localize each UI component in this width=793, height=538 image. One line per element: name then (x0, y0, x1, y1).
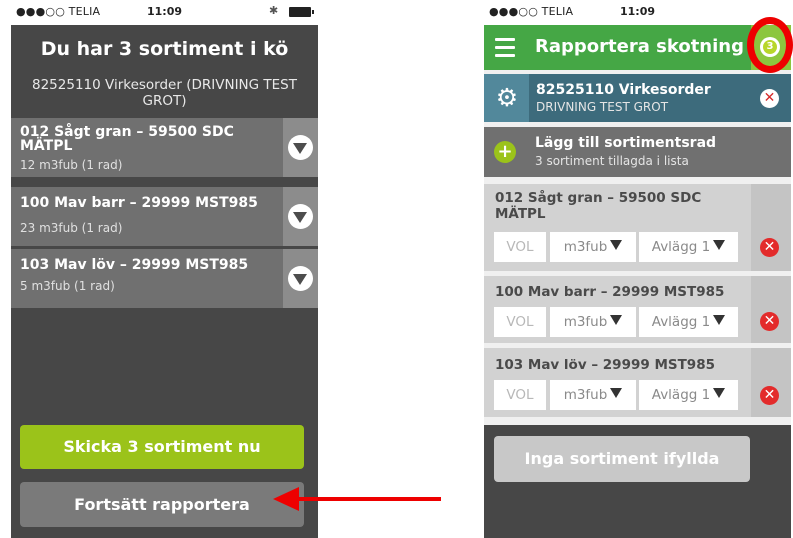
unit-select[interactable]: m3fub (550, 232, 636, 262)
app-header: Rapportera skotning 3 (484, 25, 791, 70)
queue-item-qty: 12 m3fub (1 rad) (20, 158, 123, 172)
assortment-item: 103 Mav löv – 29999 MST985 VOL m3fub Avl… (484, 348, 791, 417)
add-assortment-row[interactable]: + Lägg till sortimentsrad 3 sortiment ti… (484, 127, 791, 177)
queue-title: Du har 3 sortiment i kö (40, 38, 289, 60)
avlagg-value: Avlägg 1 (651, 387, 711, 403)
dropdown-arrow-icon (713, 388, 726, 398)
order-label: 82525110 Virkesorder (DRIVNING TEST GROT… (32, 77, 297, 109)
plus-icon: + (494, 141, 516, 163)
unit-value: m3fub (563, 239, 608, 255)
page-title: Rapportera skotning (535, 36, 744, 57)
chevron-down-icon (288, 266, 313, 291)
avlagg-select[interactable]: Avlägg 1 (639, 380, 738, 410)
dropdown-arrow-icon (610, 240, 623, 250)
annotation-circle-icon (747, 17, 793, 73)
right-phone-screen: ●●●○○ TELIA 11:09 Rapportera skotning 3 … (484, 0, 791, 538)
queue-item-qty: 5 m3fub (1 rad) (20, 279, 115, 293)
unit-value: m3fub (563, 387, 608, 403)
add-assortment-label: Lägg till sortimentsrad (535, 135, 717, 151)
status-bar: ●●●○○ TELIA 11:09 ✱ (11, 0, 318, 25)
avlagg-select[interactable]: Avlägg 1 (639, 232, 738, 262)
chevron-down-icon (288, 204, 313, 229)
queue-item[interactable]: 012 Sågt gran – 59500 SDC MÄTPL 12 m3fub… (11, 118, 318, 177)
assortment-name: 103 Mav löv – 29999 MST985 (495, 357, 715, 373)
expand-button[interactable] (283, 118, 318, 177)
order-name: DRIVNING TEST GROT (536, 100, 669, 114)
assortment-item: 100 Mav barr – 29999 MST985 VOL m3fub Av… (484, 276, 791, 343)
bluetooth-icon: ✱ (269, 4, 279, 17)
add-assortment-count: 3 sortiment tillagda i lista (535, 154, 689, 168)
vol-input[interactable]: VOL (494, 232, 546, 262)
menu-icon[interactable] (495, 38, 515, 57)
gear-icon: ⚙ (495, 83, 519, 112)
status-time: 11:09 (620, 5, 656, 18)
avlagg-value: Avlägg 1 (651, 314, 711, 330)
remove-item-button[interactable]: ✕ (760, 238, 779, 257)
avlagg-value: Avlägg 1 (651, 239, 711, 255)
avlagg-select[interactable]: Avlägg 1 (639, 307, 738, 337)
send-button[interactable]: Skicka 3 sortiment nu (20, 425, 304, 469)
unit-value: m3fub (563, 314, 608, 330)
settings-button[interactable]: ⚙ (484, 74, 529, 122)
status-bar: ●●●○○ TELIA 11:09 (484, 0, 791, 25)
vol-input[interactable]: VOL (494, 307, 546, 337)
remove-item-button[interactable]: ✕ (760, 386, 779, 405)
carrier-label: ●●●○○ TELIA (16, 5, 101, 18)
status-time: 11:09 (147, 5, 183, 18)
left-phone-screen: ●●●○○ TELIA 11:09 ✱ Du har 3 sortiment i… (11, 0, 318, 538)
assortment-name: 100 Mav barr – 29999 MST985 (495, 284, 725, 300)
remove-order-button[interactable]: ✕ (760, 89, 779, 108)
remove-item-button[interactable]: ✕ (760, 312, 779, 331)
dropdown-arrow-icon (610, 388, 623, 398)
dropdown-arrow-icon (610, 315, 623, 325)
annotation-arrow-icon (273, 487, 441, 511)
queue-item-name: 100 Mav barr – 29999 MST985 (20, 195, 258, 211)
queue-item-qty: 23 m3fub (1 rad) (20, 221, 123, 235)
assortment-item: 012 Sågt gran – 59500 SDC MÄTPL VOL m3fu… (484, 184, 791, 271)
dropdown-arrow-icon (713, 315, 726, 325)
vol-input[interactable]: VOL (494, 380, 546, 410)
no-assortment-button: Inga sortiment ifyllda (494, 436, 750, 482)
queue-item-name: 012 Sågt gran – 59500 SDC MÄTPL (20, 124, 234, 154)
expand-button[interactable] (283, 187, 318, 246)
order-row[interactable]: ⚙ 82525110 Virkesorder DRIVNING TEST GRO… (484, 74, 791, 122)
expand-button[interactable] (283, 249, 318, 308)
battery-icon (289, 7, 314, 17)
carrier-label: ●●●○○ TELIA (489, 5, 574, 18)
assortment-name: 012 Sågt gran – 59500 SDC MÄTPL (495, 190, 702, 222)
unit-select[interactable]: m3fub (550, 307, 636, 337)
chevron-down-icon (288, 135, 313, 160)
unit-select[interactable]: m3fub (550, 380, 636, 410)
continue-button[interactable]: Fortsätt rapportera (20, 482, 304, 527)
order-number: 82525110 Virkesorder (536, 82, 711, 98)
queue-item[interactable]: 100 Mav barr – 29999 MST985 23 m3fub (1 … (11, 187, 318, 246)
queue-item-name: 103 Mav löv – 29999 MST985 (20, 257, 249, 273)
queue-item[interactable]: 103 Mav löv – 29999 MST985 5 m3fub (1 ra… (11, 249, 318, 308)
dropdown-arrow-icon (713, 240, 726, 250)
